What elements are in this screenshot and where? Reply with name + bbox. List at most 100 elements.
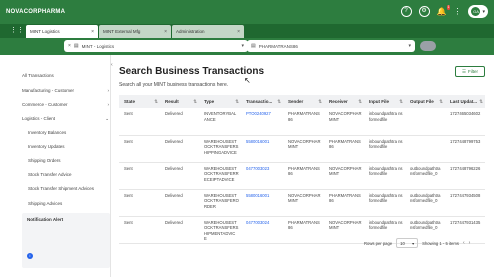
- cell-receiver: PHARMATRANS 86: [324, 135, 364, 163]
- table-row[interactable]: Sent Delivered WAREHOUSEST OCKTRANSFERS …: [119, 135, 485, 163]
- sidebar-item-logistics-client[interactable]: Logistics - Client ⌄: [22, 116, 109, 122]
- sort-icon: ⇅: [399, 98, 403, 104]
- column-header-input-file[interactable]: Input File ⇅: [364, 95, 405, 108]
- sidebar-item-commerce[interactable]: Commerce - Customer ›: [22, 102, 109, 107]
- mouse-cursor-icon: ↖: [244, 76, 251, 85]
- column-header-type[interactable]: Type ⇅: [199, 95, 241, 108]
- settings-icon[interactable]: ⚙: [418, 6, 430, 17]
- chevron-down-icon: ▾: [482, 8, 485, 15]
- table-row[interactable]: Sent Delivered INVENTORYBAL ANCE PTO0240…: [119, 108, 485, 136]
- cell-transaction-link[interactable]: 0477003023: [241, 162, 283, 190]
- tab-label: MINT Logistics: [30, 29, 60, 34]
- collapse-sidebar-icon[interactable]: ‹: [111, 62, 113, 68]
- sidebar-item-label: Manufacturing - Customer: [22, 88, 75, 93]
- column-header-transaction[interactable]: Transactio... ⇅: [241, 95, 283, 108]
- column-header-receiver[interactable]: Receiver ⇅: [324, 95, 364, 108]
- tab-administration[interactable]: Administration ×: [172, 25, 244, 38]
- cell-output-file[interactable]: [405, 108, 445, 136]
- partner-select-value: PHARMATRANS86: [258, 43, 298, 49]
- cell-receiver: NOVACORPHAR MINT: [324, 216, 364, 244]
- filter-button[interactable]: ☰ Filter: [455, 66, 485, 77]
- chevron-down-icon: ▾: [408, 43, 411, 49]
- filter-icon: ☰: [461, 68, 467, 74]
- sidebar-item-all-transactions[interactable]: All Transactions: [22, 73, 109, 78]
- cell-type: WAREHOUSEST OCKTRANSFERS HIPMENTADVIC E: [199, 216, 241, 244]
- table-row[interactable]: Sent Delivered WAREHOUSEST OCKTRANSFERO …: [119, 189, 485, 217]
- sort-icon: ⇅: [318, 98, 322, 104]
- tab-mint-external-mfg[interactable]: MINT External Mfg ×: [99, 25, 171, 38]
- cell-receiver: NOVACORPHAR MINT: [324, 162, 364, 190]
- info-icon: i: [27, 253, 33, 259]
- cell-sender: NOVACORPHAR MINT: [283, 135, 324, 163]
- cell-transaction-link[interactable]: 0477003024: [241, 216, 283, 244]
- chevron-right-icon: ›: [107, 102, 110, 107]
- cell-type: WAREHOUSEST OCKTRANSFERR ECEIPTADVICE: [199, 162, 241, 190]
- help-icon[interactable]: ?: [400, 6, 412, 17]
- column-header-output-file[interactable]: Output File ⇅: [405, 95, 445, 108]
- close-icon[interactable]: ×: [164, 29, 167, 35]
- column-header-result[interactable]: Result ⇅: [160, 95, 199, 108]
- column-header-sender[interactable]: Sender ⇅: [283, 95, 324, 108]
- sidebar-subitem-shipping-advices[interactable]: Shipping Advices: [28, 201, 62, 206]
- cell-state: Sent: [119, 162, 160, 190]
- sidebar-item-manufacturing[interactable]: Manufacturing - Customer ›: [22, 88, 109, 93]
- partner-select[interactable]: ▤ PHARMATRANS86 ▾: [247, 40, 415, 52]
- cell-receiver: NOVACORPHAR MINT: [324, 108, 364, 136]
- sort-icon: ⇅: [154, 98, 158, 104]
- sidebar-subitem-stock-transfer-advice[interactable]: Stock Transfer Advice: [28, 172, 72, 177]
- cell-last-updated: 1727448799753: [445, 135, 485, 163]
- notification-bell-icon[interactable]: 🔔 1: [437, 5, 451, 16]
- cell-input-file[interactable]: inboundpathtra nsformedfile: [364, 135, 405, 163]
- app-grid-icon[interactable]: ⋮⋮: [10, 24, 24, 38]
- table-row[interactable]: Sent Delivered WAREHOUSEST OCKTRANSFERR …: [119, 162, 485, 190]
- cell-transaction-link[interactable]: 5580016001: [241, 135, 283, 163]
- notification-count: 1: [446, 5, 451, 10]
- sort-icon: ⇅: [439, 98, 443, 104]
- sidebar-subitem-inventory-balances[interactable]: Inventory Balances: [28, 130, 66, 135]
- cell-result: Delivered: [160, 189, 199, 217]
- sidebar-subitem-shipping-orders[interactable]: Shipping Orders: [28, 158, 61, 163]
- cell-transaction-link[interactable]: 5580016001: [241, 189, 283, 217]
- column-header-state[interactable]: State ⇅: [119, 95, 160, 108]
- column-header-last-updated[interactable]: Last Updat... ⇅: [445, 95, 485, 108]
- tab-mint-logistics[interactable]: MINT Logistics ×: [26, 25, 98, 38]
- close-icon[interactable]: ×: [237, 29, 240, 35]
- cell-state: Sent: [119, 189, 160, 217]
- next-page-icon[interactable]: ›: [469, 240, 471, 246]
- brand-logo: NOVACORPHARMA: [6, 9, 66, 15]
- clear-icon[interactable]: ×: [68, 43, 71, 49]
- sidebar-subitem-stock-transfer-shipment-advices[interactable]: Stock Transfer Shipment Advices: [28, 186, 94, 191]
- cell-input-file[interactable]: inboundpathtra nsformedfile: [364, 108, 405, 136]
- cell-sender: NOVACORPHAR MINT: [283, 189, 324, 217]
- chevron-right-icon: ›: [107, 88, 110, 93]
- prev-page-icon[interactable]: ‹: [463, 240, 465, 246]
- building-icon: ▤: [73, 43, 79, 49]
- cell-output-file[interactable]: outboundpathtra nsformedfile_0: [405, 162, 445, 190]
- cell-input-file[interactable]: inboundpathtra nsformedfile: [364, 189, 405, 217]
- tab-row: ⋮⋮ MINT Logistics × MINT External Mfg × …: [0, 24, 494, 38]
- close-icon[interactable]: ×: [91, 29, 94, 35]
- org-select[interactable]: × ▤ MINT - Logistics ▾: [64, 40, 248, 52]
- sort-icon: ⇅: [193, 98, 197, 104]
- sidebar-item-label: Commerce - Customer: [22, 102, 68, 107]
- apply-filter-button[interactable]: [420, 41, 436, 51]
- cell-transaction-link[interactable]: PTO0240927: [241, 108, 283, 136]
- rows-per-page-select[interactable]: 10 ▾: [396, 238, 419, 248]
- sidebar-subitem-inventory-updates[interactable]: Inventory Updates: [28, 144, 65, 149]
- cell-last-updated: 1727447934508: [445, 189, 485, 217]
- notification-row[interactable]: i: [27, 253, 33, 259]
- cell-result: Delivered: [160, 108, 199, 136]
- top-bar: NOVACORPHARMA ? ⚙ 🔔 1 ⋮ GA ▾: [0, 0, 494, 24]
- rows-per-page-value: 10: [400, 240, 405, 246]
- notification-alert-panel: Notification Alert i: [22, 213, 110, 268]
- apps-icon[interactable]: ⋮: [453, 7, 461, 16]
- pagination: Rows per page 10 ▾ Showing 1 - 5 items ‹…: [364, 238, 470, 248]
- cell-input-file[interactable]: inboundpathtra nsformedfile: [364, 162, 405, 190]
- chevron-down-icon: ⌄: [105, 116, 109, 121]
- user-menu[interactable]: GA ▾: [468, 5, 488, 18]
- top-icons: ? ⚙ 🔔 1 ⋮ GA ▾: [400, 5, 488, 18]
- cell-state: Sent: [119, 135, 160, 163]
- cell-output-file[interactable]: [405, 135, 445, 163]
- cell-sender: PHARMATRANS 86: [283, 108, 324, 136]
- cell-output-file[interactable]: outboundpathtra nsformedfile_0: [405, 189, 445, 217]
